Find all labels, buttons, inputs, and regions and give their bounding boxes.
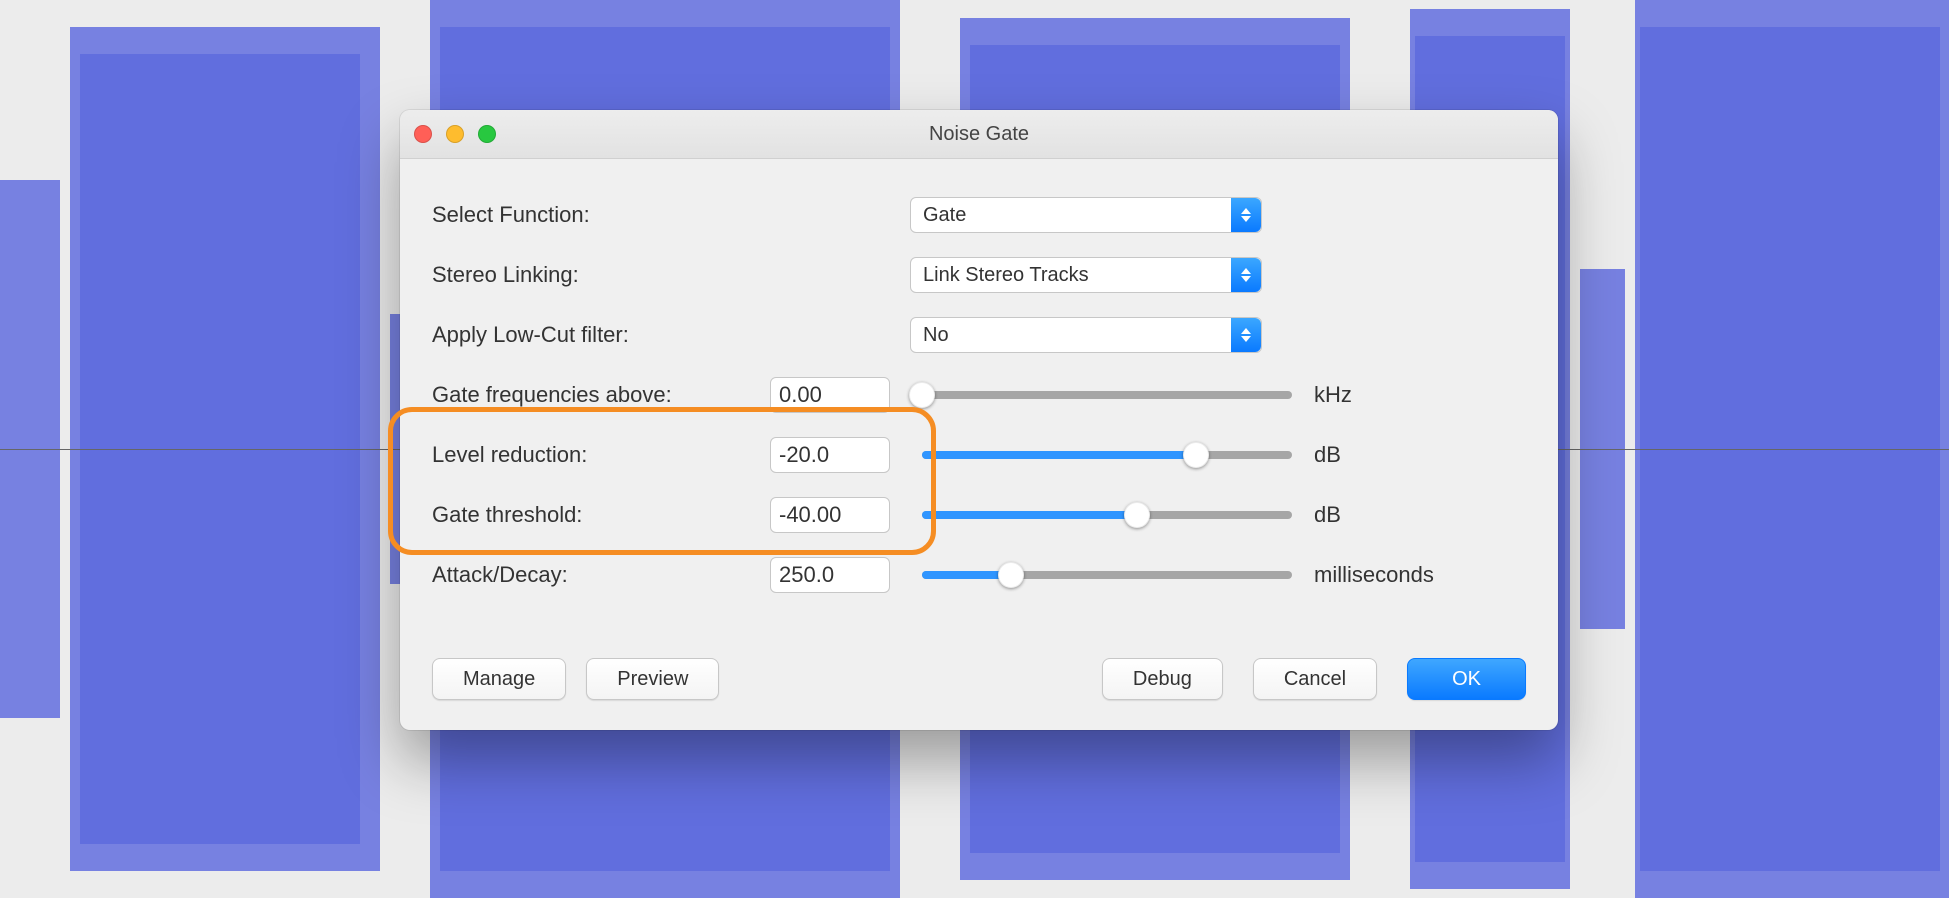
lowcut-value: No xyxy=(923,324,949,347)
row-attack-decay: Attack/Decay: milliseconds xyxy=(432,549,1526,601)
zoom-icon[interactable] xyxy=(478,125,496,143)
gate-threshold-unit: dB xyxy=(1314,502,1341,528)
attack-decay-unit: milliseconds xyxy=(1314,562,1434,588)
stereo-linking-label: Stereo Linking: xyxy=(432,262,770,288)
gate-freq-unit: kHz xyxy=(1314,382,1352,408)
row-select-function: Select Function: Gate xyxy=(432,189,1526,241)
level-reduction-unit: dB xyxy=(1314,442,1341,468)
row-stereo-linking: Stereo Linking: Link Stereo Tracks xyxy=(432,249,1526,301)
attack-decay-slider[interactable] xyxy=(922,571,1292,579)
select-function-dropdown[interactable]: Gate xyxy=(910,197,1262,233)
gate-threshold-input[interactable] xyxy=(770,497,890,533)
gate-freq-slider[interactable] xyxy=(922,391,1292,399)
level-reduction-input[interactable] xyxy=(770,437,890,473)
cancel-button[interactable]: Cancel xyxy=(1253,658,1377,700)
attack-decay-label: Attack/Decay: xyxy=(432,562,770,588)
dialog-footer: Manage Preview Debug Cancel OK xyxy=(400,658,1558,700)
debug-button[interactable]: Debug xyxy=(1102,658,1223,700)
preview-button[interactable]: Preview xyxy=(586,658,719,700)
chevron-up-down-icon xyxy=(1231,258,1261,292)
ok-button[interactable]: OK xyxy=(1407,658,1526,700)
gate-freq-label: Gate frequencies above: xyxy=(432,382,770,408)
gate-freq-input[interactable] xyxy=(770,377,890,413)
level-reduction-label: Level reduction: xyxy=(432,442,770,468)
chevron-up-down-icon xyxy=(1231,318,1261,352)
dialog-titlebar: Noise Gate xyxy=(400,110,1558,159)
chevron-up-down-icon xyxy=(1231,198,1261,232)
lowcut-dropdown[interactable]: No xyxy=(910,317,1262,353)
manage-button[interactable]: Manage xyxy=(432,658,566,700)
stereo-linking-dropdown[interactable]: Link Stereo Tracks xyxy=(910,257,1262,293)
select-function-label: Select Function: xyxy=(432,202,770,228)
dialog-title: Noise Gate xyxy=(929,123,1029,145)
level-reduction-slider[interactable] xyxy=(922,451,1292,459)
attack-decay-input[interactable] xyxy=(770,557,890,593)
noise-gate-dialog: Noise Gate Select Function: Gate Stereo … xyxy=(400,110,1558,730)
stereo-linking-value: Link Stereo Tracks xyxy=(923,264,1089,287)
row-lowcut: Apply Low-Cut filter: No xyxy=(432,309,1526,361)
gate-threshold-slider[interactable] xyxy=(922,511,1292,519)
row-level-reduction: Level reduction: dB xyxy=(432,429,1526,481)
minimize-icon[interactable] xyxy=(446,125,464,143)
lowcut-label: Apply Low-Cut filter: xyxy=(432,322,770,348)
close-icon[interactable] xyxy=(414,125,432,143)
window-traffic-lights xyxy=(414,110,496,158)
select-function-value: Gate xyxy=(923,204,966,227)
row-gate-freq: Gate frequencies above: kHz xyxy=(432,369,1526,421)
row-gate-threshold: Gate threshold: dB xyxy=(432,489,1526,541)
gate-threshold-label: Gate threshold: xyxy=(432,502,770,528)
